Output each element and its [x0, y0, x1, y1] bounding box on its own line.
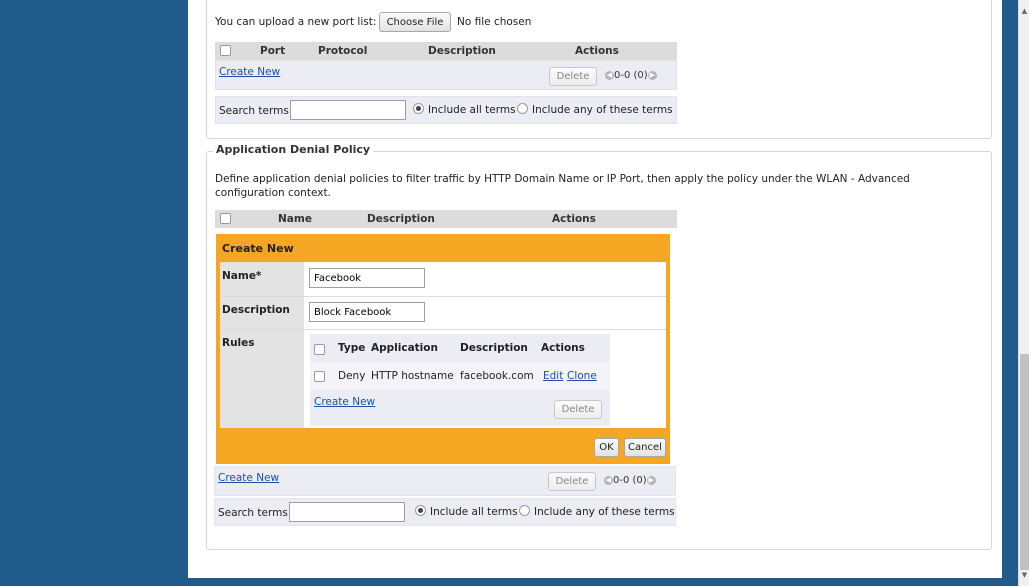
- name-label: Name*: [222, 270, 262, 282]
- include-all-radio[interactable]: [415, 505, 426, 516]
- pager: ◀ 0-0 (0) ▶: [605, 70, 657, 81]
- search-label: Search terms: [218, 507, 288, 519]
- include-all-label: Include all terms: [430, 506, 518, 518]
- choose-file-button[interactable]: Choose File: [379, 12, 451, 32]
- left-frame: [0, 0, 188, 586]
- column-protocol: Protocol: [318, 45, 368, 57]
- column-description: Description: [367, 213, 435, 225]
- main-content: You can upload a new port list: Choose F…: [188, 0, 1002, 578]
- description-label: Description: [222, 304, 290, 316]
- delete-button[interactable]: Delete: [549, 67, 597, 86]
- table-row: Deny HTTP hostname facebook.com Edit Clo…: [310, 362, 610, 390]
- rules-table: Type Application Description Actions Den…: [310, 334, 610, 426]
- right-frame: [1002, 0, 1018, 586]
- form-divider: [220, 329, 666, 330]
- scroll-thumb[interactable]: [1020, 354, 1029, 570]
- search-input[interactable]: [290, 100, 406, 120]
- pager-text: 0-0 (0): [613, 475, 647, 486]
- denial-table-header: Name Description Actions: [215, 210, 677, 228]
- rule-description: facebook.com: [460, 370, 534, 382]
- include-any-radio[interactable]: [517, 103, 528, 114]
- search-input[interactable]: [289, 502, 405, 522]
- column-port: Port: [260, 45, 286, 57]
- bottom-frame: [0, 578, 1018, 586]
- column-description: Description: [428, 45, 496, 57]
- port-table-footer: Create New Delete ◀ 0-0 (0) ▶: [215, 60, 677, 90]
- name-field[interactable]: [309, 268, 425, 288]
- column-actions: Actions: [575, 45, 619, 57]
- rules-column-application: Application: [371, 342, 438, 354]
- include-all-radio[interactable]: [413, 103, 424, 114]
- prev-arrow-icon[interactable]: ◀: [605, 70, 614, 80]
- next-arrow-icon[interactable]: ▶: [647, 70, 657, 80]
- rules-column-description: Description: [460, 342, 528, 354]
- denial-table-footer: Create New Delete ◀ 0-0 (0) ▶: [214, 466, 676, 496]
- include-any-label: Include any of these terms: [534, 506, 675, 518]
- prev-arrow-icon[interactable]: ◀: [604, 475, 613, 485]
- form-divider: [220, 296, 666, 297]
- include-all-label: Include all terms: [428, 104, 516, 116]
- rule-checkbox[interactable]: [314, 371, 325, 382]
- column-name: Name: [278, 213, 312, 225]
- section-legend: Application Denial Policy: [213, 143, 374, 156]
- scroll-down-icon[interactable]: ▼: [1019, 570, 1029, 580]
- search-label: Search terms: [219, 105, 289, 117]
- next-arrow-icon[interactable]: ▶: [646, 475, 656, 485]
- delete-button[interactable]: Delete: [548, 472, 596, 491]
- vertical-scrollbar[interactable]: ▲ ▼: [1018, 0, 1029, 586]
- rule-clone-link[interactable]: Clone: [567, 370, 597, 382]
- rules-label: Rules: [222, 337, 255, 349]
- port-list-section: You can upload a new port list: Choose F…: [206, 0, 992, 139]
- form-title: Create New: [222, 242, 294, 255]
- rule-edit-link[interactable]: Edit: [543, 370, 563, 382]
- rules-column-type: Type: [338, 342, 366, 354]
- rule-type: Deny: [338, 370, 366, 382]
- denial-search-bar: Search terms Include all terms Include a…: [214, 498, 676, 526]
- create-new-link[interactable]: Create New: [218, 472, 279, 484]
- upload-label: You can upload a new port list:: [215, 16, 377, 28]
- scroll-up-icon[interactable]: ▲: [1019, 6, 1029, 16]
- no-file-text: No file chosen: [457, 16, 532, 28]
- select-all-checkbox[interactable]: [220, 45, 231, 56]
- create-new-link[interactable]: Create New: [219, 66, 280, 78]
- rules-column-actions: Actions: [541, 342, 585, 354]
- rule-application: HTTP hostname: [371, 370, 454, 382]
- ok-button[interactable]: OK: [594, 438, 619, 457]
- cancel-button[interactable]: Cancel: [624, 438, 666, 457]
- port-table-header: Port Protocol Description Actions: [215, 42, 677, 60]
- select-all-checkbox[interactable]: [220, 213, 231, 224]
- column-actions: Actions: [552, 213, 596, 225]
- rules-create-new-link[interactable]: Create New: [314, 396, 375, 408]
- description-field[interactable]: [309, 302, 425, 322]
- rules-select-all-checkbox[interactable]: [314, 344, 325, 355]
- include-any-radio[interactable]: [519, 505, 530, 516]
- include-any-label: Include any of these terms: [532, 104, 673, 116]
- rules-delete-button[interactable]: Delete: [554, 400, 602, 419]
- port-search-bar: Search terms Include all terms Include a…: [215, 96, 677, 124]
- pager: ◀ 0-0 (0) ▶: [604, 475, 656, 486]
- pager-text: 0-0 (0): [614, 70, 648, 81]
- create-new-form: Create New Name* Description Rules Type …: [216, 234, 670, 464]
- section-description: Define application denial policies to fi…: [215, 173, 910, 199]
